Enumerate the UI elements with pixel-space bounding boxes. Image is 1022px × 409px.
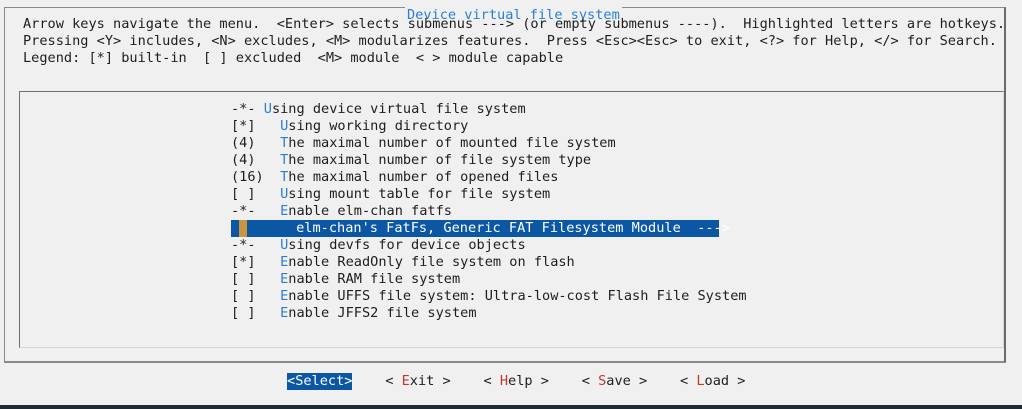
button-bracket: > xyxy=(434,373,451,389)
menu-item-mount-table[interactable]: [ ] Using mount table for file system xyxy=(231,186,550,203)
button-label: xit xyxy=(409,373,435,389)
select-button[interactable]: <Select> xyxy=(287,373,353,390)
menu-item-label: he maximal number of mounted file system xyxy=(288,135,616,151)
button-separator xyxy=(4,362,1006,363)
menu-item-max-mounted-fs[interactable]: (4) The maximal number of mounted file s… xyxy=(231,135,616,152)
menu-item-hotkey: U xyxy=(263,101,272,117)
menu-item-jffs2[interactable]: [ ] Enable JFFS2 file system xyxy=(231,305,477,322)
button-hotkey: H xyxy=(499,373,509,389)
save-button[interactable]: < Save > xyxy=(582,373,648,390)
help-button[interactable]: < Help > xyxy=(483,373,549,390)
menu-item-enable-elm-chan-fatfs[interactable]: -*- Enable elm-chan fatfs xyxy=(231,203,452,220)
menu-item-prefix: [*] xyxy=(231,118,281,134)
menu-item-uffs[interactable]: [ ] Enable UFFS file system: Ultra-low-c… xyxy=(231,288,747,305)
button-label: ave xyxy=(606,373,631,389)
button-bracket: > xyxy=(344,373,353,389)
menu-item-prefix: (4) xyxy=(231,152,281,168)
menu-item-prefix: [ ] xyxy=(231,305,281,321)
menu-item-label: he maximal number of opened files xyxy=(288,169,559,185)
window-bottom-edge xyxy=(0,405,1022,409)
menu-item-prefix: -*- xyxy=(231,237,281,253)
exit-button[interactable]: < Exit > xyxy=(385,373,451,390)
menu-item-max-fs-type[interactable]: (4) The maximal number of file system ty… xyxy=(231,152,591,169)
button-hotkey: L xyxy=(696,373,705,389)
button-bracket: < xyxy=(679,373,697,389)
menu-item-label: sing devfs for device objects xyxy=(288,237,526,253)
button-bracket: < xyxy=(385,373,402,389)
button-bracket: > xyxy=(630,373,648,389)
menu-item-working-directory[interactable]: [*] Using working directory xyxy=(231,118,468,135)
button-label: elect xyxy=(303,373,345,389)
menu-item-label: nable UFFS file system: Ultra-low-cost F… xyxy=(288,288,747,304)
button-bracket: > xyxy=(532,373,549,389)
load-button[interactable]: < Load > xyxy=(680,373,746,390)
help-text-line-1: Arrow keys navigate the menu. <Enter> se… xyxy=(23,16,1006,32)
menu-item-max-opened-files[interactable]: (16) The maximal number of opened files xyxy=(231,169,558,186)
menu-item-prefix: -*- xyxy=(231,101,264,117)
menu-item-label: he maximal number of file system type xyxy=(288,152,592,168)
menu-item-label: nable ReadOnly file system on flash xyxy=(288,254,575,270)
button-bracket: < xyxy=(581,373,599,389)
menu-item-label: nable JFFS2 file system xyxy=(288,305,477,321)
menu-item-prefix: -*- xyxy=(231,203,281,219)
button-label: oad xyxy=(704,373,730,389)
menu-item-prefix: (16) xyxy=(231,169,281,185)
button-hotkey: E xyxy=(401,373,410,389)
menu-item-label: sing device virtual file system xyxy=(271,101,526,117)
menu-item-prefix: (4) xyxy=(231,135,281,151)
button-row: <Select> < Exit > < Help > < Save > < Lo… xyxy=(287,373,745,390)
menu-item-device-virtual-file-system[interactable]: -*- Using device virtual file system xyxy=(231,101,526,118)
button-label: elp xyxy=(508,373,533,389)
menu-item-prefix: [ ] xyxy=(231,271,281,287)
help-text-line-2: Pressing <Y> includes, <N> excludes, <M>… xyxy=(23,33,997,49)
menu-item-prefix: [*] xyxy=(231,254,281,270)
menu-item-label: lm-chan's FatFs, Generic FAT Filesystem … xyxy=(304,220,730,236)
button-bracket: < xyxy=(287,373,296,389)
menu-item-ram-fs[interactable]: [ ] Enable RAM file system xyxy=(231,271,460,288)
help-text-line-3: Legend: [*] built-in [ ] excluded <M> mo… xyxy=(23,50,564,66)
menu-item-prefix xyxy=(247,220,296,236)
menu-item-elm-chan-fatfs-submenu[interactable]: elm-chan's FatFs, Generic FAT Filesystem… xyxy=(231,220,730,237)
menu-item-label: sing mount table for file system xyxy=(288,186,551,202)
menu-item-prefix: [ ] xyxy=(231,288,281,304)
menu-item-prefix: [ ] xyxy=(231,186,281,202)
menu-item-devfs[interactable]: -*- Using devfs for device objects xyxy=(231,237,526,254)
button-bracket: < xyxy=(483,373,500,389)
menu-item-label: nable RAM file system xyxy=(288,271,461,287)
menu-item-label: sing working directory xyxy=(288,118,469,134)
cursor-block xyxy=(239,220,247,237)
menu-item-label: nable elm-chan fatfs xyxy=(288,203,452,219)
menu-item-readonly-fs-flash[interactable]: [*] Enable ReadOnly file system on flash xyxy=(231,254,575,271)
button-bracket: > xyxy=(729,373,746,389)
